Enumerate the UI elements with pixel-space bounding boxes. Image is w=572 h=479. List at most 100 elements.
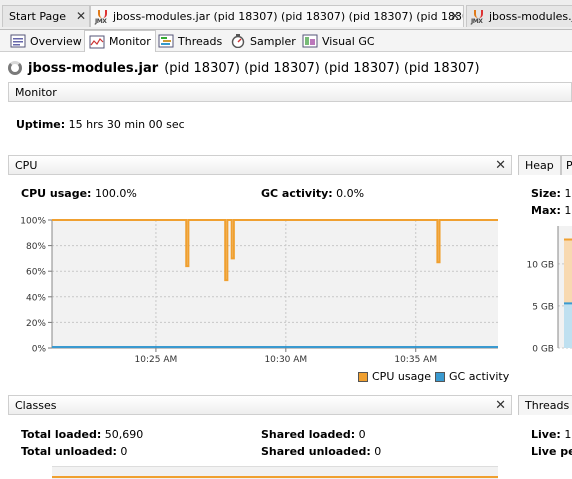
gc-activity-label: GC activity: — [261, 187, 333, 200]
doc-tab-label: Start Page — [9, 10, 66, 23]
legend-label: GC activity — [449, 370, 510, 383]
app-name: jboss-modules.jar — [28, 60, 159, 76]
tab-heap[interactable]: Heap — [518, 155, 561, 175]
section-title: Monitor — [15, 85, 57, 99]
tab-label: Sampler — [250, 34, 296, 48]
close-icon[interactable]: ✕ — [76, 9, 86, 23]
cpu-section-header: CPU ✕ — [8, 155, 512, 175]
doc-tab-jboss-2[interactable]: JMX jboss-modules.jar — [466, 5, 572, 27]
section-title: CPU — [15, 158, 38, 172]
shared-loaded-label: Shared loaded: — [261, 428, 356, 441]
doc-tab-label: jboss-modules.jar (pid 18307) (pid 18307… — [113, 10, 464, 23]
shared-loaded-value: 0 — [358, 428, 366, 441]
shared-unloaded-info: Shared unloaded: 0 — [261, 445, 381, 458]
tab-overview[interactable]: Overview — [6, 30, 86, 52]
tab-label: Overview — [30, 34, 82, 48]
tab-sampler[interactable]: Sampler — [226, 30, 300, 52]
x-tick-label: 10:30 AM — [264, 355, 307, 365]
legend-swatch-gc — [435, 371, 445, 382]
uptime-info: Uptime: 15 hrs 30 min 00 sec — [16, 118, 185, 131]
x-tick-label: 10:25 AM — [135, 355, 178, 365]
monitor-icon — [89, 35, 105, 49]
monitor-section-header: Monitor — [8, 82, 572, 102]
section-title: Classes — [15, 398, 57, 412]
threads-icon — [158, 34, 174, 48]
close-icon[interactable]: ✕ — [495, 158, 506, 173]
heap-max-value: 13 — [564, 204, 572, 217]
tab-label: Heap — [525, 159, 554, 172]
threads-live-peak-label: Live pe — [531, 445, 572, 458]
y-tick-label: 100% — [20, 217, 46, 227]
cpu-chart: 0% 20% 40% 60% 80% 100% 10:25 AM 10:30 AM 10:35 … — [20, 217, 498, 365]
y-tick-label: 20% — [26, 319, 46, 329]
sampler-icon — [230, 34, 246, 49]
overview-icon — [10, 34, 26, 48]
tab-label: Threads — [525, 399, 570, 412]
heap-max-label: Max: — [531, 204, 561, 217]
tab-permgen[interactable]: P — [561, 155, 572, 175]
legend-label: CPU usage — [372, 370, 432, 383]
heap-max-info: Max: 13 — [531, 204, 572, 217]
threads-live-label: Live: — [531, 428, 561, 441]
tab-threads[interactable]: Threads — [154, 30, 226, 52]
cpu-usage-label: CPU usage: — [21, 187, 92, 200]
heap-size-label: Size: — [531, 187, 561, 200]
y-tick-label: 40% — [26, 293, 46, 303]
cpu-usage-info: CPU usage: 100.0% — [21, 187, 137, 200]
doc-tab-label: jboss-modules.jar — [489, 10, 572, 23]
tab-label: Visual GC — [322, 34, 375, 48]
page-title: jboss-modules.jar (pid 18307) (pid 18307… — [8, 58, 480, 78]
y-tick-label: 5 GB — [532, 302, 554, 312]
heap-used-area — [564, 303, 572, 348]
tab-label: Threads — [178, 34, 223, 48]
shared-loaded-info: Shared loaded: 0 — [261, 428, 366, 441]
total-unloaded-value: 0 — [120, 445, 128, 458]
total-unloaded-info: Total unloaded: 0 — [21, 445, 127, 458]
view-tab-bar: Overview Monitor Threads Sampler Visual … — [0, 30, 572, 52]
y-tick-label: 10 GB — [527, 260, 554, 270]
gc-activity-info: GC activity: 0.0% — [261, 187, 364, 200]
tab-visual-gc[interactable]: Visual GC — [298, 30, 379, 52]
legend-swatch-cpu — [358, 371, 368, 382]
x-tick-label: 10:35 AM — [394, 355, 437, 365]
tab-monitor[interactable]: Monitor — [84, 30, 156, 52]
total-unloaded-label: Total unloaded: — [21, 445, 117, 458]
threads-live-peak-info: Live pe — [531, 445, 572, 458]
y-tick-label: 80% — [26, 242, 46, 252]
app-pids: (pid 18307) (pid 18307) (pid 18307) (pid… — [164, 60, 480, 76]
shared-unloaded-value: 0 — [374, 445, 382, 458]
jmx-app-icon: JMX — [95, 9, 111, 25]
plot-area — [52, 220, 498, 348]
total-loaded-value: 50,690 — [104, 428, 144, 441]
visual-gc-icon — [302, 34, 318, 48]
document-tab-bar: Start Page ✕ JMX jboss-modules.jar (pid … — [0, 0, 572, 30]
gc-activity-value: 0.0% — [336, 187, 365, 200]
threads-live-value: 16 — [564, 428, 572, 441]
close-icon[interactable]: ✕ — [450, 9, 460, 23]
threads-live-info: Live: 16 — [531, 428, 572, 441]
cpu-usage-value: 100.0% — [94, 187, 137, 200]
classes-chart-line — [52, 476, 498, 478]
heap-size-value: 13 — [564, 187, 572, 200]
refresh-spinner-icon — [8, 61, 22, 75]
tab-label: Monitor — [109, 35, 151, 48]
heap-size-info: Size: 13 — [531, 187, 572, 200]
close-icon[interactable]: ✕ — [495, 398, 506, 413]
total-loaded-label: Total loaded: — [21, 428, 102, 441]
classes-section-header: Classes ✕ — [8, 395, 512, 415]
doc-tab-jboss-active[interactable]: JMX jboss-modules.jar (pid 18307) (pid 1… — [90, 5, 464, 27]
doc-tab-start-page[interactable]: Start Page ✕ — [2, 5, 90, 27]
y-tick-label: 0% — [32, 345, 47, 355]
uptime-value: 15 hrs 30 min 00 sec — [68, 118, 185, 131]
cpu-legend-cpu: CPU usage — [358, 370, 431, 383]
jmx-app-icon: JMX — [471, 9, 487, 25]
tab-label: P — [566, 159, 572, 172]
y-tick-label: 60% — [26, 268, 46, 278]
y-tick-label: 0 GB — [532, 345, 554, 355]
total-loaded-info: Total loaded: 50,690 — [21, 428, 143, 441]
tab-threads-panel[interactable]: Threads — [518, 395, 572, 415]
classes-chart-top — [52, 466, 498, 479]
uptime-label: Uptime: — [16, 118, 66, 131]
shared-unloaded-label: Shared unloaded: — [261, 445, 371, 458]
heap-chart: 0 GB 5 GB 10 GB — [527, 226, 572, 355]
